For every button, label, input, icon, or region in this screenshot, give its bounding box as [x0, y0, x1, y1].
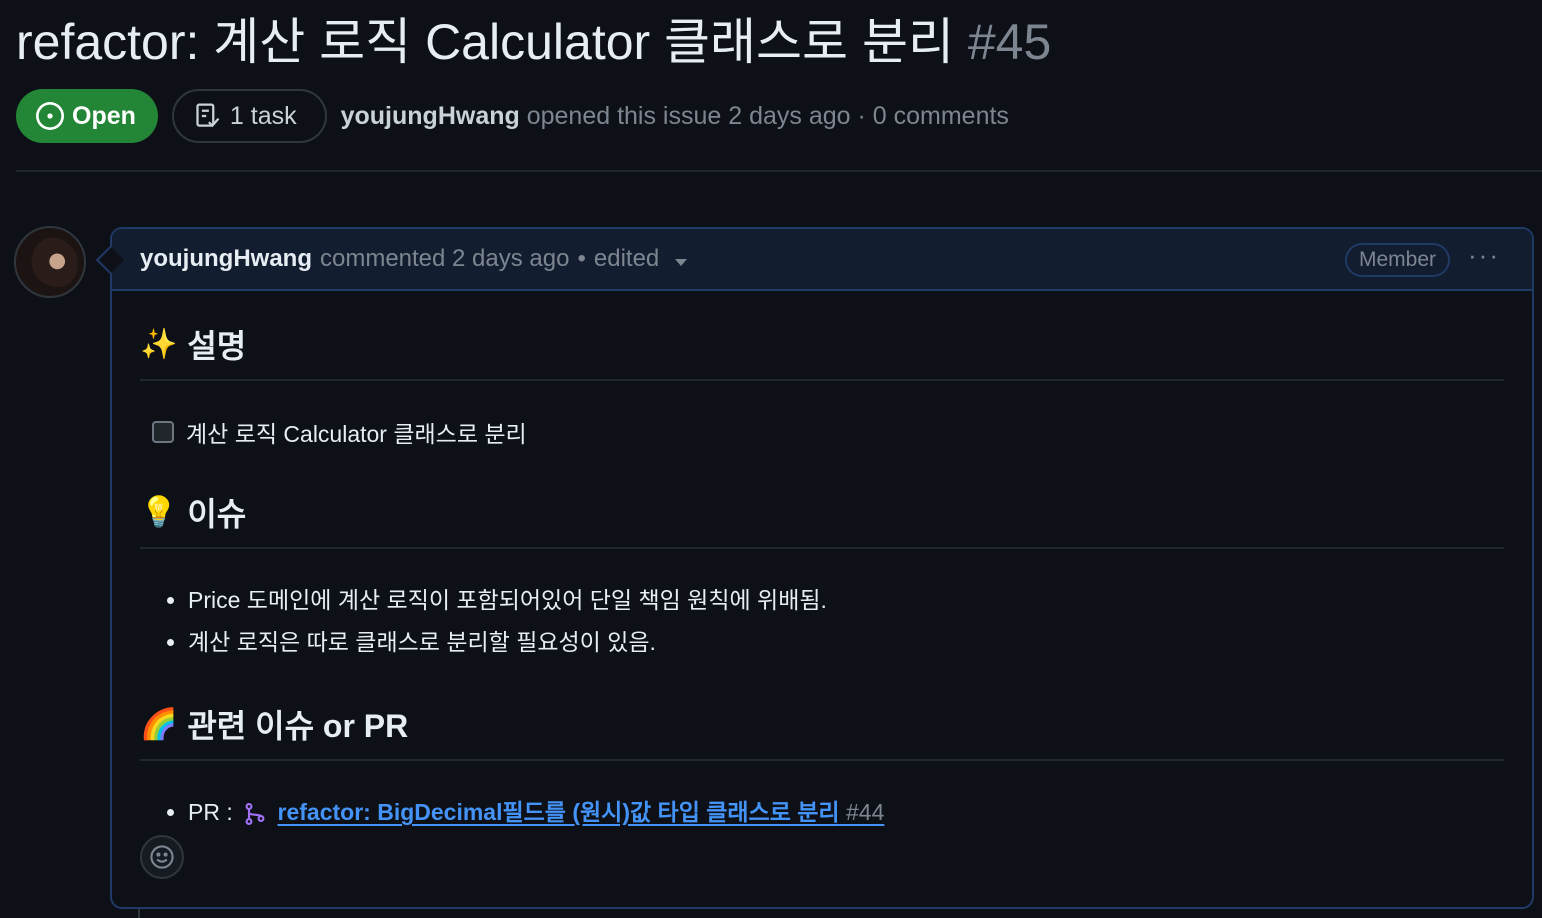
comment-author-link[interactable]: youjungHwang	[140, 245, 312, 273]
edited-label: edited	[593, 245, 660, 272]
avatar[interactable]	[14, 226, 86, 298]
add-reaction-button[interactable]	[140, 835, 184, 879]
kebab-menu-icon[interactable]: ···	[1468, 242, 1500, 268]
pr-prefix: PR :	[188, 799, 233, 825]
issue-meta: Open 1 task youjungHwang opened this iss…	[16, 88, 1009, 144]
comment-body: ✨ 설명 계산 로직 Calculator 클래스로 분리 💡 이슈 Price…	[140, 291, 1504, 833]
git-pull-request-icon	[245, 802, 265, 825]
task-list-item: 계산 로직 Calculator 클래스로 분리	[152, 415, 1504, 449]
section-title: 설명	[187, 328, 247, 364]
section-title: 관련 이슈 or PR	[187, 708, 409, 744]
rainbow-icon: 🌈	[140, 707, 178, 741]
checklist-icon	[196, 103, 220, 128]
issue-title: refactor: 계산 로직 Calculator 클래스로 분리 #45	[16, 12, 1051, 72]
issue-comment: youjungHwang commented 2 days ago • edit…	[110, 227, 1534, 909]
section-heading-description: ✨ 설명	[140, 321, 1504, 381]
separator-dot: •	[577, 245, 586, 272]
header-divider	[16, 170, 1542, 172]
list-item: Price 도메인에 계산 로직이 포함되어있어 단일 책임 원칙에 위배됨.	[188, 579, 1504, 621]
issue-list: Price 도메인에 계산 로직이 포함되어있어 단일 책임 원칙에 위배됨. …	[140, 579, 1504, 663]
pr-link[interactable]: refactor: BigDecimal필드를 (원시)값 타입 클래스로 분리…	[278, 799, 885, 825]
task-label: 계산 로직 Calculator 클래스로 분리	[186, 421, 527, 447]
issue-opened-text: opened this issue 2 days ago · 0 comment…	[526, 101, 1009, 130]
chevron-down-icon	[675, 259, 688, 266]
section-heading-issue: 💡 이슈	[140, 489, 1504, 549]
comment-header: youjungHwang commented 2 days ago • edit…	[112, 229, 1532, 291]
section-heading-related: 🌈 관련 이슈 or PR	[140, 701, 1504, 761]
task-count: 1 task	[229, 101, 297, 130]
role-badge: Member	[1344, 243, 1450, 277]
issue-author-link[interactable]: youjungHwang	[341, 102, 520, 130]
timeline-line	[138, 909, 140, 918]
comment-timestamp[interactable]: commented 2 days ago	[320, 245, 569, 273]
state-badge: Open	[16, 89, 158, 143]
related-list: PR : refactor: BigDecimal필드를 (원시)값 타입 클래…	[140, 791, 1504, 833]
issue-opened-info: youjungHwang opened this issue 2 days ag…	[341, 102, 1009, 131]
issue-opened-icon	[36, 102, 64, 130]
section-title: 이슈	[187, 496, 247, 532]
sparkles-icon: ✨	[140, 327, 178, 361]
issue-title-text: refactor: 계산 로직 Calculator 클래스로 분리	[16, 14, 954, 70]
task-checkbox[interactable]	[152, 421, 174, 443]
pr-title: refactor: BigDecimal필드를 (원시)값 타입 클래스로 분리	[277, 799, 840, 825]
pr-number: #44	[845, 799, 885, 825]
lightbulb-icon: 💡	[140, 495, 178, 529]
state-label: Open	[72, 101, 136, 130]
issue-number: #45	[967, 14, 1052, 70]
list-item: PR : refactor: BigDecimal필드를 (원시)값 타입 클래…	[188, 791, 1504, 833]
list-item: 계산 로직은 따로 클래스로 분리할 필요성이 있음.	[188, 621, 1504, 663]
task-count-pill[interactable]: 1 task	[171, 89, 327, 143]
smiley-icon	[150, 845, 174, 869]
edited-dropdown[interactable]: edited	[593, 245, 688, 273]
